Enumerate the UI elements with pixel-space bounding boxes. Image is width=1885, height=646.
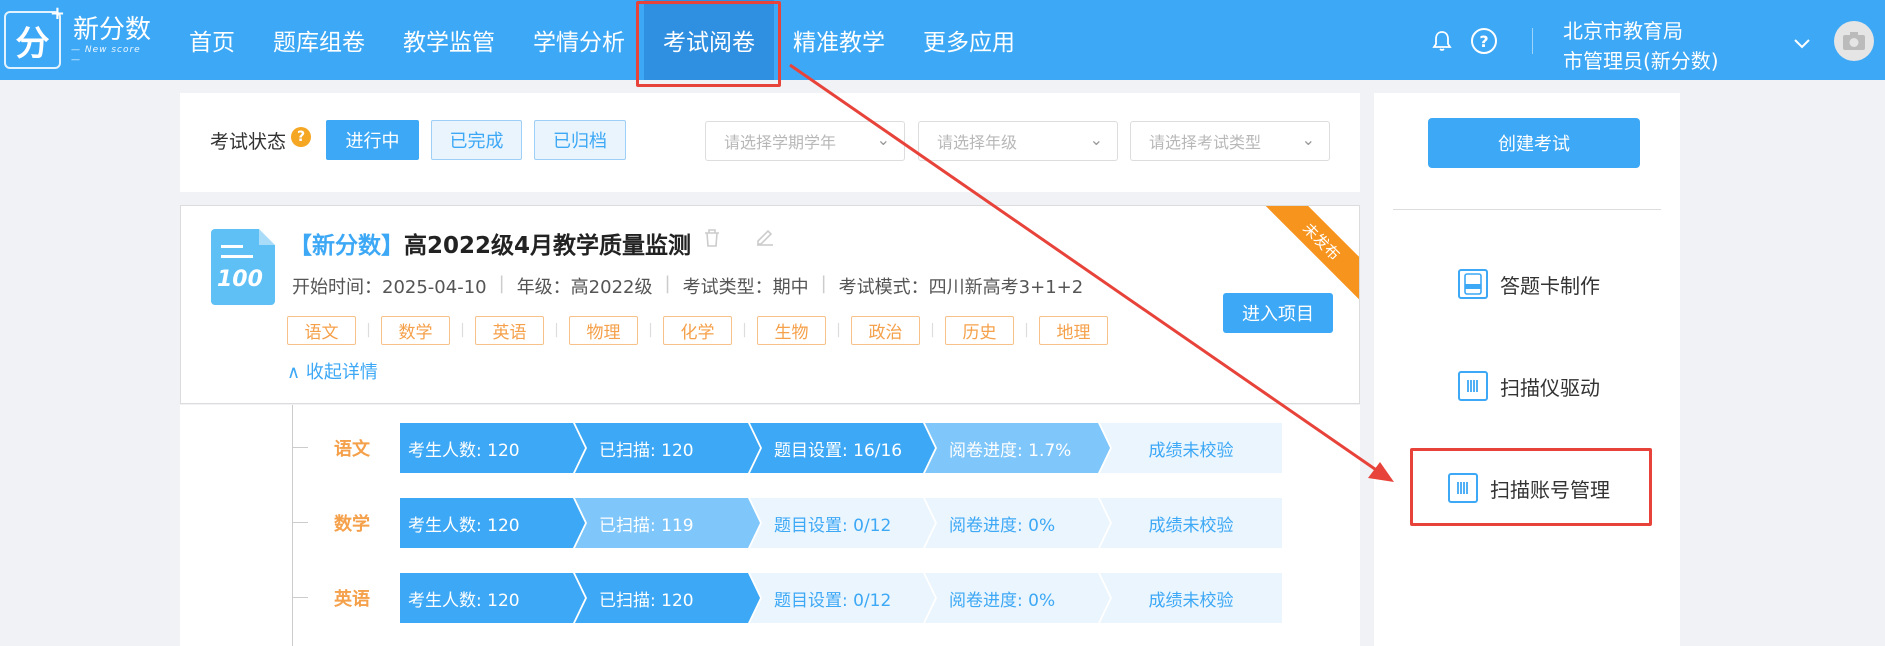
exam-start-time: 开始时间：2025-04-10 [292,277,487,298]
step-students[interactable]: 考生人数: 120 [400,498,585,548]
main-nav: 首页 题库组卷 教学监管 学情分析 考试阅卷 精准教学 更多应用 [170,0,1034,80]
avatar[interactable] [1834,21,1874,61]
status-in-progress-button[interactable]: 进行中 [326,120,419,160]
exam-grade: 年级：高2022级 [516,277,653,298]
scanner-driver-link[interactable]: 扫描仪驱动 [1458,371,1600,401]
step-marking-progress[interactable]: 阅卷进度: 0% [925,498,1110,548]
exam-document-icon: 100 [211,229,275,305]
step-questions[interactable]: 题目设置: 0/12 [750,498,935,548]
step-students[interactable]: 考生人数: 120 [400,573,585,623]
step-score-verify[interactable]: 成绩未校验 [1100,498,1282,548]
step-score-verify[interactable]: 成绩未校验 [1100,423,1282,473]
step-questions[interactable]: 题目设置: 16/16 [750,423,935,473]
subject-tag[interactable]: 地理 [1039,316,1108,345]
status-archived-button[interactable]: 已归档 [534,120,626,160]
subject-tag[interactable]: 数学 [381,316,450,345]
bell-icon[interactable] [1429,28,1455,54]
exam-type: 考试类型：期中 [682,277,809,298]
highlight-box-nav [636,1,781,87]
nav-more-apps[interactable]: 更多应用 [904,0,1034,80]
progress-steps: 考生人数: 120 已扫描: 120 题目设置: 16/16 阅卷进度: 1.7… [400,423,1282,473]
panel-divider [1393,209,1661,210]
logo[interactable]: 分 + 新分数 — New score — [0,0,153,80]
subject-row: 数学 考生人数: 120 已扫描: 119 题目设置: 0/12 阅卷进度: 0… [180,498,1360,548]
status-completed-button[interactable]: 已完成 [431,120,522,160]
progress-steps: 考生人数: 120 已扫描: 120 题目设置: 0/12 阅卷进度: 0% 成… [400,573,1282,623]
enter-project-button[interactable]: 进入项目 [1223,293,1333,333]
exam-mode: 考试模式：四川新高考3+1+2 [838,277,1084,298]
subject-tag[interactable]: 政治 [851,316,920,345]
create-exam-button[interactable]: 创建考试 [1428,118,1640,168]
subject-tags: 语文 | 数学 | 英语 | 物理 | 化学 | 生物 | 政治 | 历史 | 地理 [287,316,1108,345]
subject-row-name: 英语 [334,589,370,610]
question-mark-icon[interactable]: ? [291,127,311,147]
chevron-up-icon: ∧ [287,362,301,383]
exam-status-label: 考试状态 [210,131,287,153]
grade-select[interactable]: 请选择年级 ⌄ [918,121,1118,161]
header-divider [1532,28,1533,54]
subject-tag[interactable]: 生物 [757,316,826,345]
filter-bar: 考试状态 ? 进行中 已完成 已归档 请选择学期学年 ⌄ 请选择年级 ⌄ 请选择考试… [180,93,1360,192]
chevron-down-icon[interactable] [1794,30,1810,54]
exam-meta: 开始时间：2025-04-10 | 年级：高2022级 | 考试类型：期中 | … [292,273,1084,298]
step-scanned[interactable]: 已扫描: 119 [575,498,760,548]
step-scanned[interactable]: 已扫描: 120 [575,423,760,473]
answer-card-design-link[interactable]: 答题卡制作 [1458,269,1600,299]
collapse-details-link[interactable]: ∧ 收起详情 [287,358,378,384]
edit-icon[interactable] [755,226,775,251]
right-panel: 创建考试 答题卡制作 扫描仪驱动 扫描账号管理 [1374,93,1680,646]
trash-icon[interactable] [703,228,721,253]
step-score-verify[interactable]: 成绩未校验 [1100,573,1282,623]
user-info[interactable]: 北京市教育局 市管理员(新分数) [1563,16,1719,76]
chevron-down-icon: ⌄ [1301,130,1315,149]
nav-question-bank[interactable]: 题库组卷 [254,0,384,80]
progress-steps: 考生人数: 120 已扫描: 119 题目设置: 0/12 阅卷进度: 0% 成… [400,498,1282,548]
answer-card-icon [1458,269,1488,299]
step-scanned[interactable]: 已扫描: 120 [575,573,760,623]
step-marking-progress[interactable]: 阅卷进度: 0% [925,573,1110,623]
highlight-box-scan-account [1410,448,1652,526]
logo-mark-icon: 分 + [4,3,65,69]
nav-learning-analysis[interactable]: 学情分析 [514,0,644,80]
subject-tag[interactable]: 英语 [475,316,544,345]
nav-teaching-supervision[interactable]: 教学监管 [384,0,514,80]
logo-subtext: — New score — [70,45,141,65]
exam-title: 【新分数】高2022级4月教学质量监测 [289,233,692,259]
top-navigation-bar: 分 + 新分数 — New score — 首页 题库组卷 教学监管 学情分析 考… [0,0,1885,80]
subject-progress-list: 语文 考生人数: 120 已扫描: 120 题目设置: 16/16 阅卷进度: … [180,405,1360,646]
exam-card: 100 【新分数】高2022级4月教学质量监测 开始时间：2025-04-10 … [180,205,1360,404]
step-marking-progress[interactable]: 阅卷进度: 1.7% [925,423,1110,473]
scanner-icon [1458,371,1488,401]
unpublished-ribbon: 未发布 [1258,206,1359,305]
subject-tag[interactable]: 历史 [945,316,1014,345]
chevron-down-icon: ⌄ [1089,130,1103,149]
user-role: 市管理员(新分数) [1563,49,1719,73]
exam-type-select[interactable]: 请选择考试类型 ⌄ [1130,121,1330,161]
subject-row: 英语 考生人数: 120 已扫描: 120 题目设置: 0/12 阅卷进度: 0… [180,573,1360,623]
subject-tag[interactable]: 物理 [569,316,638,345]
camera-icon [1843,32,1865,50]
user-org: 北京市教育局 [1563,19,1683,43]
help-icon[interactable]: ? [1471,28,1497,54]
nav-precise-teaching[interactable]: 精准教学 [774,0,904,80]
step-students[interactable]: 考生人数: 120 [400,423,585,473]
subject-tag[interactable]: 语文 [287,316,356,345]
subject-row: 语文 考生人数: 120 已扫描: 120 题目设置: 16/16 阅卷进度: … [180,423,1360,473]
subject-row-name: 语文 [334,439,370,460]
term-select[interactable]: 请选择学期学年 ⌄ [705,121,905,161]
chevron-down-icon: ⌄ [876,130,890,149]
subject-tag[interactable]: 化学 [663,316,732,345]
subject-row-name: 数学 [334,514,370,535]
nav-home[interactable]: 首页 [170,0,254,80]
step-questions[interactable]: 题目设置: 0/12 [750,573,935,623]
logo-text: 新分数 [72,15,151,45]
